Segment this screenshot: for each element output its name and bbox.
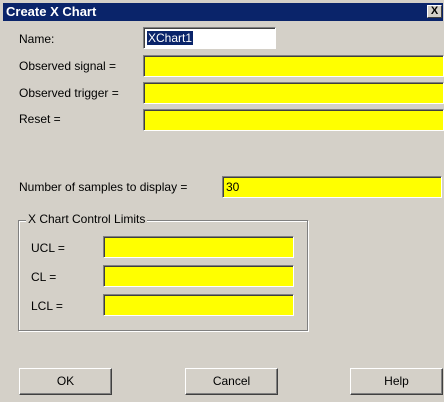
reset-label: Reset = [19, 112, 61, 126]
title-bar[interactable]: Create X Chart X [3, 3, 443, 21]
lcl-field[interactable] [103, 294, 294, 316]
observed-signal-label: Observed signal = [19, 59, 117, 73]
name-value: XChart1 [147, 31, 194, 45]
lcl-label: LCL = [31, 299, 63, 313]
samples-label: Number of samples to display = [19, 180, 188, 194]
observed-signal-field[interactable] [143, 55, 444, 77]
name-field[interactable]: XChart1 [143, 27, 276, 49]
observed-trigger-field[interactable] [143, 82, 444, 104]
reset-field[interactable] [143, 109, 444, 131]
create-x-chart-dialog: Create X Chart X Name: XChart1 Observed … [0, 0, 444, 402]
cancel-button[interactable]: Cancel [185, 368, 278, 395]
close-icon[interactable]: X [427, 5, 442, 18]
control-limits-title: X Chart Control Limits [26, 212, 148, 226]
cl-field[interactable] [103, 265, 294, 287]
ucl-field[interactable] [103, 236, 294, 258]
ok-button[interactable]: OK [19, 368, 112, 395]
ucl-label: UCL = [31, 241, 65, 255]
samples-field[interactable]: 30 [222, 176, 442, 198]
observed-trigger-label: Observed trigger = [19, 86, 119, 100]
name-label: Name: [19, 32, 55, 46]
cl-label: CL = [31, 270, 57, 284]
help-button[interactable]: Help [350, 368, 443, 395]
window-title: Create X Chart [6, 4, 97, 19]
